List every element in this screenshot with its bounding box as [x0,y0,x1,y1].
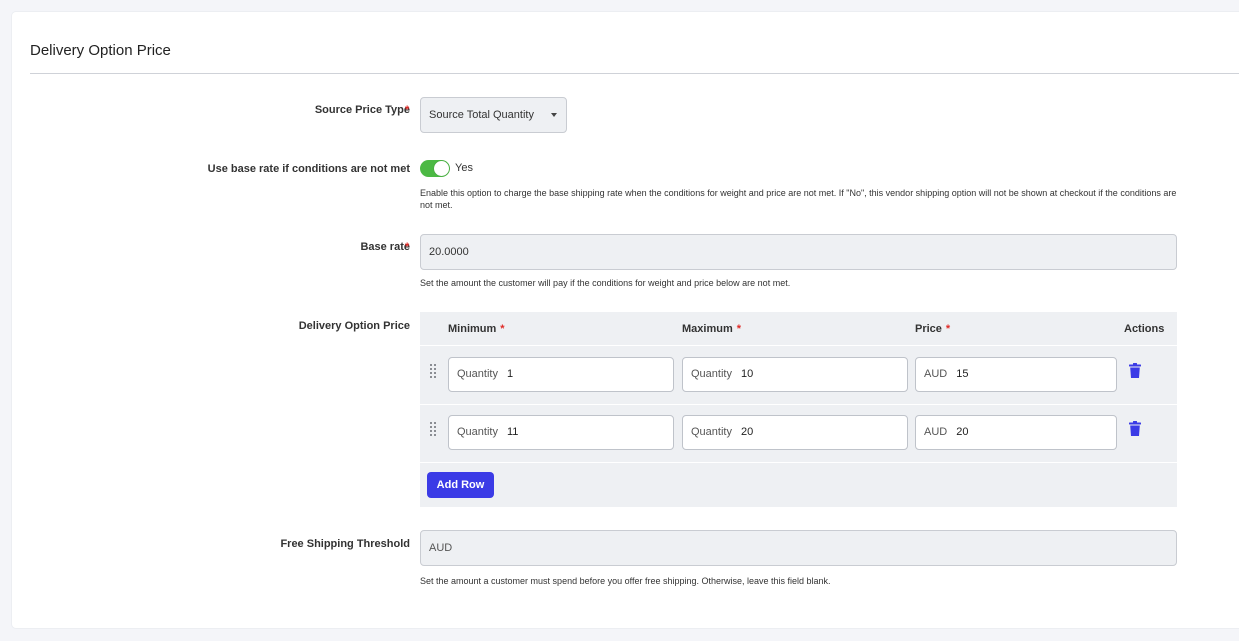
free-shipping-input[interactable]: AUD [420,530,1177,566]
free-shipping-addon: AUD [429,542,453,554]
toggle-knob [434,161,449,176]
base-rate-input[interactable]: 20.0000 [420,234,1177,270]
source-price-type-label: Source Price Type [314,104,410,116]
table-row: Quantity 11 Quantity 20 AUD 20 [420,405,1177,463]
source-price-type-value: Source Total Quantity [429,109,534,121]
price-input[interactable]: AUD 15 [915,357,1117,392]
column-maximum: Maximum * [682,323,742,335]
maximum-input[interactable]: Quantity 10 [682,357,908,392]
base-rate-label: Base rate [360,241,410,253]
free-shipping-note: Set the amount a customer must spend bef… [420,576,831,586]
column-price: Price * [915,323,951,335]
free-shipping-label: Free Shipping Threshold [280,538,410,550]
base-rate-note: Set the amount the customer will pay if … [420,278,791,288]
drag-handle-icon[interactable] [430,422,438,436]
drag-handle-icon[interactable] [430,364,438,378]
use-base-rate-label: Use base rate if conditions are not met [207,163,410,175]
use-base-rate-state: Yes [455,162,473,174]
maximum-input[interactable]: Quantity 20 [682,415,908,450]
column-actions: Actions [1124,323,1165,335]
column-minimum: Minimum * [448,323,505,335]
use-base-rate-note: Enable this option to charge the base sh… [420,188,1177,210]
delivery-option-card: Delivery Option Price Source Price Type … [12,12,1239,628]
section-divider [30,73,1239,74]
caret-down-icon [551,113,557,117]
minimum-input[interactable]: Quantity 11 [448,415,674,450]
trash-icon[interactable] [1129,421,1141,436]
price-input[interactable]: AUD 20 [915,415,1117,450]
section-title: Delivery Option Price [30,42,171,59]
base-rate-value: 20.0000 [429,246,469,258]
required-mark: * [405,241,410,253]
use-base-rate-toggle[interactable] [420,160,450,177]
table-header: Minimum * Maximum * Price * Actions [420,312,1177,346]
minimum-input[interactable]: Quantity 1 [448,357,674,392]
delivery-price-table: Minimum * Maximum * Price * Actions Quantit… [420,312,1177,507]
trash-icon[interactable] [1129,363,1141,378]
source-price-type-select[interactable]: Source Total Quantity [420,97,567,133]
delivery-price-label: Delivery Option Price [298,320,410,332]
table-row: Quantity 1 Quantity 10 AUD 15 [420,347,1177,405]
add-row-button[interactable]: Add Row [427,472,494,498]
required-mark: * [405,104,410,116]
